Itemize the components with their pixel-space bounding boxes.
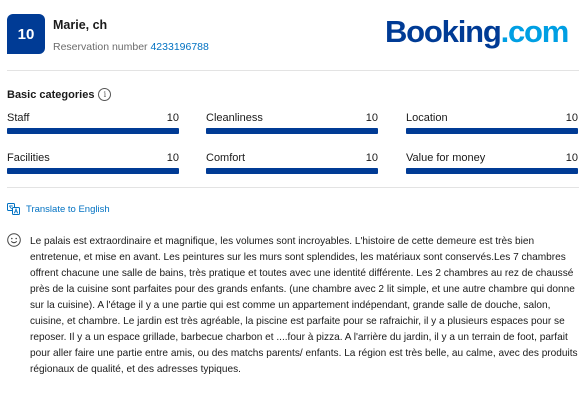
category-score: 10 [365,152,378,164]
translate-label[interactable]: Translate to English [26,204,110,215]
category-score: 10 [166,112,179,124]
logo-part-booking: Booking [385,14,502,49]
category-label: Facilities [7,152,50,164]
category-bar-fill [7,128,179,134]
category-score: 10 [365,112,378,124]
categories-title-text: Basic categories [7,88,95,101]
smile-icon [7,233,21,247]
category-bar-fill [406,168,578,174]
header-divider [7,70,579,71]
category-label: Value for money [406,152,486,164]
category-label: Comfort [206,152,246,164]
review-header: 10 Marie, ch Reservation number 42331967… [0,0,585,62]
review-text: Le palais est extraordinaire et magnifiq… [30,236,578,375]
translate-link[interactable]: Translate to English [7,203,110,215]
category-label: Staff [7,112,30,124]
translate-icon [7,203,20,215]
category-bar [406,128,578,134]
category-bar-fill [206,168,378,174]
category-score: 10 [166,152,179,164]
category-bar [406,168,578,174]
category-label: Cleanliness [206,112,263,124]
categories-divider [7,187,579,188]
reviewer-name: Marie, ch [53,18,108,32]
category-bar [206,128,378,134]
booking-logo: Booking.com [385,14,570,50]
score-badge: 10 [7,14,45,54]
reservation-line: Reservation number 4233196788 [53,41,209,53]
category-bar [7,128,179,134]
logo-part-com: .com [500,14,570,49]
category-bar [206,168,378,174]
category-label: Location [406,112,448,124]
categories-title: Basic categories i [7,88,112,101]
info-icon[interactable]: i [98,88,112,101]
category-bar [7,168,179,174]
category-bar-fill [406,128,578,134]
category-bar-fill [206,128,378,134]
reservation-label: Reservation number [53,41,148,53]
category-score: 10 [565,152,578,164]
category-score: 10 [565,112,578,124]
reservation-number[interactable]: 4233196788 [150,41,208,53]
category-bar-fill [7,168,179,174]
